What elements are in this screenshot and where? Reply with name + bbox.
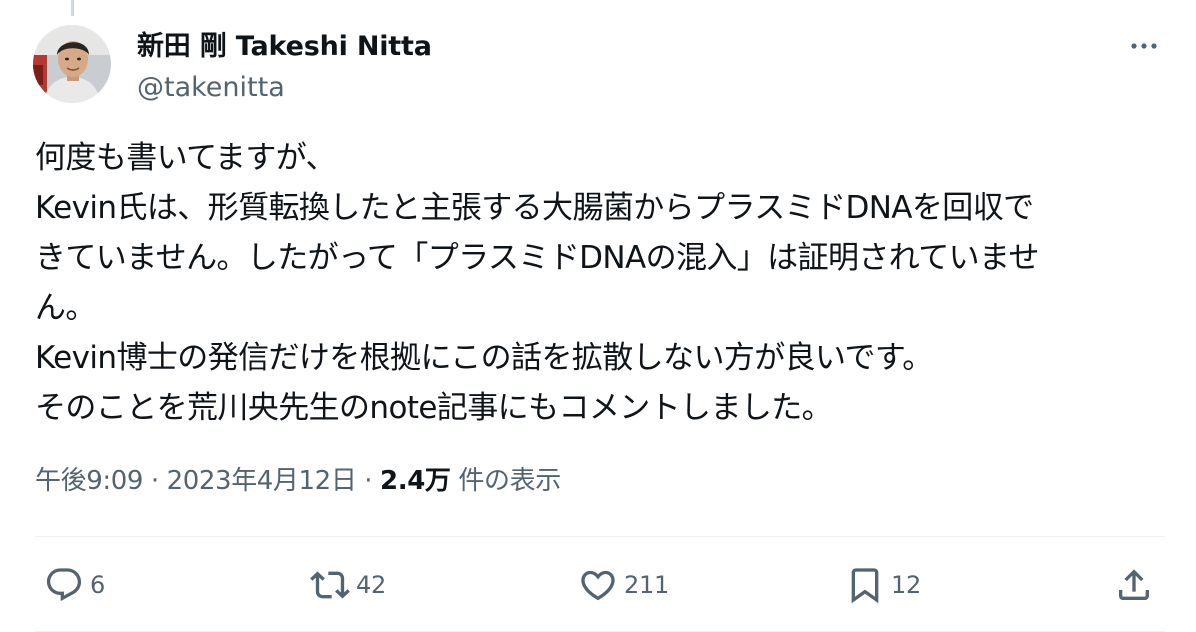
like-count: 211 — [624, 571, 669, 599]
tweet-text-line: Kevin氏は、形質転換したと主張する大腸菌からプラスミドDNAを回収で — [35, 190, 1034, 226]
tweet-text: 何度も書いてますが、 Kevin氏は、形質転換したと主張する大腸菌からプラスミド… — [35, 133, 1165, 433]
retweet-count: 42 — [356, 571, 386, 599]
meta-separator: · — [150, 466, 159, 496]
meta-separator: · — [364, 466, 373, 496]
views-count[interactable]: 2.4万 — [380, 466, 451, 496]
avatar-photo — [33, 25, 111, 103]
reply-button[interactable]: 6 — [44, 561, 105, 609]
tweet-date[interactable]: 2023年4月12日 — [167, 466, 357, 496]
tweet-text-line: きていません。したがって「プラスミドDNAの混入」は証明されていませ — [35, 240, 1040, 276]
tweet-meta: 午後9:09 · 2023年4月12日 · 2.4万 件の表示 — [35, 462, 561, 500]
avatar[interactable] — [33, 25, 111, 103]
share-icon — [1119, 569, 1149, 600]
tweet-time[interactable]: 午後9:09 — [35, 466, 143, 496]
bookmark-button[interactable]: 12 — [845, 561, 921, 609]
more-dots-icon — [1131, 43, 1157, 49]
retweet-button[interactable]: 42 — [310, 561, 386, 609]
retweet-icon — [310, 571, 350, 599]
reply-count: 6 — [90, 571, 105, 599]
share-button[interactable] — [1114, 561, 1154, 609]
tweet-text-line: Kevin博士の発信だけを根拠にこの話を拡散しない方が良いです。 — [35, 340, 933, 376]
more-options-button[interactable] — [1122, 28, 1166, 64]
tweet-text-line: 何度も書いてますが、 — [35, 140, 337, 176]
author-display-name[interactable]: 新田 剛 Takeshi Nitta — [137, 30, 432, 64]
reply-icon — [46, 568, 82, 602]
tweet-text-line: そのことを荒川央先生のnote記事にもコメントしました。 — [35, 390, 833, 426]
views-label: 件の表示 — [458, 466, 561, 496]
author-handle[interactable]: @takenitta — [137, 71, 285, 105]
bookmark-icon — [851, 568, 879, 604]
like-button[interactable]: 211 — [578, 561, 669, 609]
thread-connector-line — [71, 0, 74, 16]
bookmark-count: 12 — [891, 571, 921, 599]
divider — [35, 536, 1165, 537]
tweet-text-line: ん。 — [35, 290, 96, 326]
heart-icon — [581, 570, 615, 601]
